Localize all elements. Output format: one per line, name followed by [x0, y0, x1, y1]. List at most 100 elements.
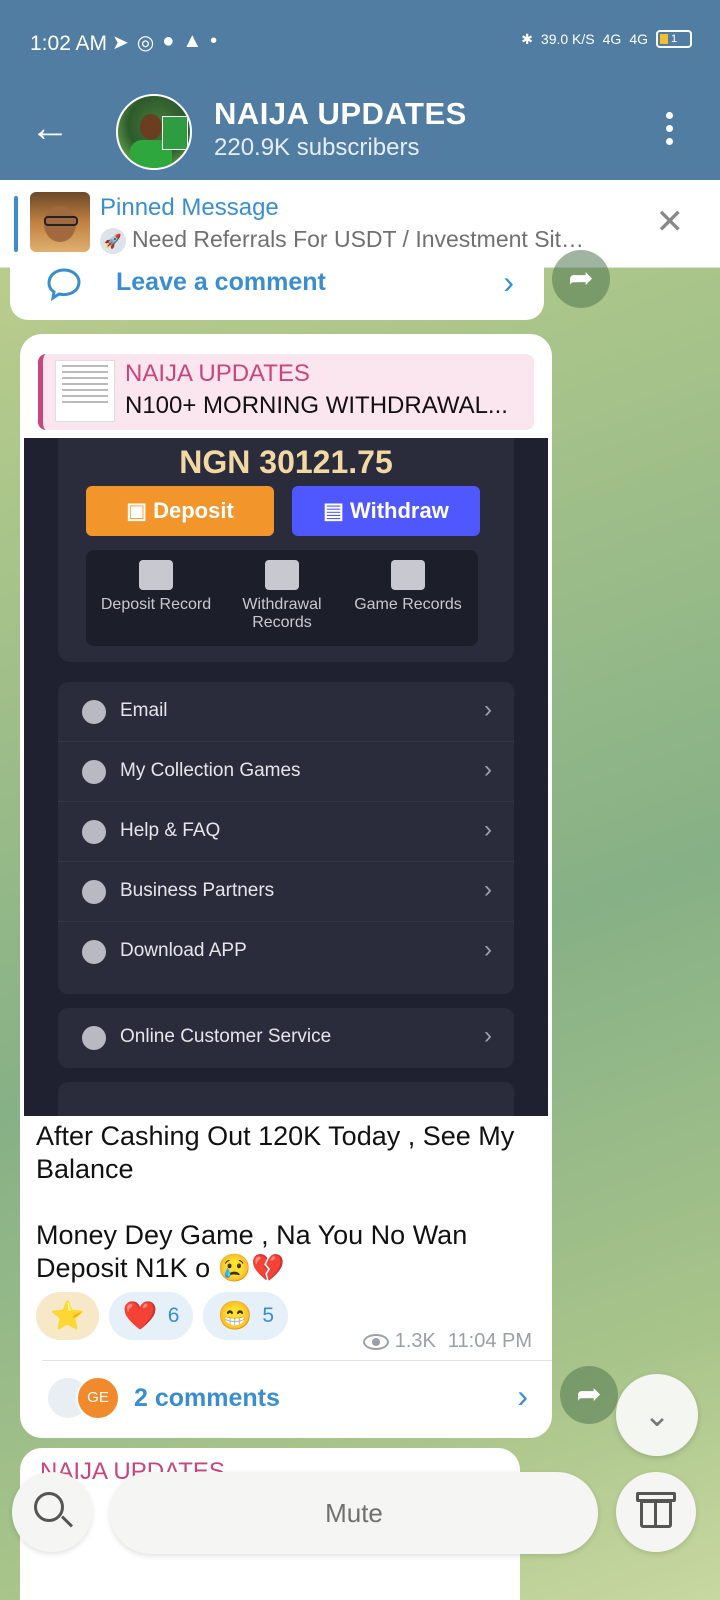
- chat-header: ← NAIJA UPDATES 220.9K subscribers: [0, 88, 720, 180]
- bluetooth-icon: ✱: [521, 30, 533, 47]
- divider: [42, 1360, 552, 1361]
- reply-thumbnail: [55, 360, 115, 422]
- gift-button[interactable]: [616, 1472, 696, 1552]
- back-arrow-icon[interactable]: ←: [30, 108, 70, 148]
- withdraw-button-image: ▤ Withdraw: [292, 486, 480, 536]
- message-meta: 1.3K 11:04 PM: [363, 1330, 532, 1353]
- gift-icon: [640, 1500, 672, 1528]
- handshake-icon: [82, 880, 106, 904]
- search-icon: [34, 1492, 64, 1522]
- reactions: ⭐ ❤️ 6 😁 5: [36, 1292, 288, 1340]
- pinned-text: 🚀 Need Referrals For USDT / Investment Si…: [100, 226, 640, 254]
- chevron-right-icon: ›: [484, 816, 492, 843]
- reply-author: NAIJA UPDATES: [125, 360, 310, 387]
- game-records-label: Game Records: [354, 596, 462, 613]
- star-icon: ⭐: [50, 1300, 85, 1331]
- menu-row-partners: Business Partners ›: [58, 862, 514, 922]
- notification-icons: ➤ ◎ ● ▲ •: [112, 30, 217, 55]
- subscriber-count: 220.9K subscribers: [214, 134, 420, 161]
- reply-preview[interactable]: NAIJA UPDATES N100+ MORNING WITHDRAWAL..…: [38, 354, 534, 430]
- menu-row-download: Download APP ›: [58, 922, 514, 982]
- more-options-icon[interactable]: [666, 112, 674, 145]
- account-menu: Email › My Collection Games › Help & FAQ › …: [58, 682, 514, 994]
- wallet-icon: [139, 560, 173, 590]
- message-time: 11:04 PM: [447, 1330, 532, 1352]
- reply-text: N100+ MORNING WITHDRAWAL...: [125, 392, 508, 419]
- battery-icon: 1: [656, 30, 692, 48]
- menu-label: Help & FAQ: [120, 820, 221, 841]
- chevron-right-icon: ›: [484, 936, 492, 963]
- mail-icon: [82, 700, 106, 724]
- menu-label: My Collection Games: [120, 760, 301, 781]
- scroll-down-button[interactable]: ⌄: [616, 1374, 698, 1456]
- card-icon: [265, 560, 299, 590]
- comments-link[interactable]: GE 2 comments ›: [20, 1362, 552, 1438]
- avatar-badge: [162, 116, 188, 150]
- chevron-right-icon: ›: [484, 1022, 492, 1049]
- attached-screenshot[interactable]: NGN 30121.75 ▣ Deposit ▤ Withdraw Deposi…: [24, 438, 548, 1116]
- chevron-right-icon: ›: [484, 876, 492, 903]
- status-time: 1:02 AM: [30, 32, 108, 55]
- avatar-figure-head: [140, 114, 162, 140]
- signal-icon-2: 4G: [629, 31, 648, 47]
- chevron-right-icon: ›: [484, 756, 492, 783]
- deposit-record: Deposit Record: [96, 560, 216, 614]
- reaction-heart[interactable]: ❤️ 6: [108, 1292, 194, 1340]
- withdraw-label: Withdraw: [350, 498, 449, 523]
- comments-count: 2 comments: [134, 1384, 280, 1412]
- reaction-grin[interactable]: 😁 5: [203, 1292, 288, 1340]
- menu-label: Business Partners: [120, 880, 275, 901]
- search-button[interactable]: [12, 1472, 92, 1552]
- share-icon[interactable]: ➦: [552, 250, 610, 308]
- channel-avatar[interactable]: [116, 94, 192, 170]
- leave-comment-link[interactable]: Leave a comment: [116, 268, 326, 297]
- question-icon: [82, 820, 106, 844]
- menu-label: Download APP: [120, 940, 247, 961]
- message-bubble: NAIJA UPDATES N100+ MORNING WITHDRAWAL..…: [20, 334, 552, 1438]
- net-speed: 39.0 K/S: [540, 31, 595, 47]
- grin-icon: 😁: [217, 1300, 253, 1331]
- comment-icon: [47, 268, 81, 302]
- cropped-menu-panel: [58, 1082, 514, 1116]
- channel-title[interactable]: NAIJA UPDATES: [214, 96, 467, 132]
- battery-level: 1: [670, 33, 678, 45]
- menu-row-collection: My Collection Games ›: [58, 742, 514, 802]
- reaction-star[interactable]: ⭐: [36, 1292, 99, 1340]
- pinned-title: Pinned Message: [100, 194, 279, 221]
- status-bar: 1:02 AM ➤ ◎ ● ▲ • ✱ 39.0 K/S 4G 4G 1: [0, 0, 720, 88]
- pinned-indicator: [14, 196, 18, 252]
- reaction-count: 5: [262, 1304, 274, 1327]
- menu-row-customer-service: Online Customer Service ›: [58, 1008, 514, 1068]
- chevron-right-icon: ›: [484, 696, 492, 723]
- customer-service-panel: Online Customer Service ›: [58, 1008, 514, 1068]
- heart-icon: ❤️: [122, 1300, 158, 1331]
- chevron-right-icon[interactable]: ›: [503, 264, 514, 301]
- pinned-thumbnail: [30, 192, 90, 252]
- deposit-button-image: ▣ Deposit: [86, 486, 274, 536]
- menu-label: Email: [120, 700, 168, 721]
- withdrawal-records: Withdrawal Records: [222, 560, 342, 632]
- chat-icon: ●: [162, 30, 175, 52]
- message-text: After Cashing Out 120K Today , See My Ba…: [36, 1120, 536, 1285]
- menu-label: Online Customer Service: [120, 1026, 332, 1047]
- mute-button[interactable]: Mute: [110, 1472, 598, 1554]
- share-icon[interactable]: ➦: [560, 1366, 618, 1424]
- system-icons: ✱ 39.0 K/S 4G 4G 1: [521, 30, 692, 48]
- records-panel: Deposit Record Withdrawal Records Game R…: [86, 550, 478, 646]
- pinned-message-bar[interactable]: Pinned Message 🚀 Need Referrals For USDT …: [0, 180, 720, 268]
- view-count: 1.3K: [394, 1330, 436, 1352]
- caption-line-2: Money Dey Game , Na You No Wan Deposit N…: [36, 1220, 468, 1283]
- close-icon[interactable]: ✕: [656, 202, 685, 242]
- menu-row-email: Email ›: [58, 682, 514, 742]
- deposit-label: Deposit: [153, 498, 234, 523]
- whatsapp-icon: ◎: [136, 32, 155, 54]
- warning-icon: ▲: [182, 30, 203, 52]
- telegram-icon: ➤: [112, 32, 129, 54]
- heart-icon: [82, 760, 106, 784]
- commenter-avatar: GE: [76, 1376, 120, 1420]
- pinned-text-content: Need Referrals For USDT / Investment Sit…: [132, 226, 585, 252]
- caption-line-1: After Cashing Out 120K Today , See My Ba…: [36, 1121, 515, 1184]
- game-records: Game Records: [348, 560, 468, 614]
- rocket-icon: 🚀: [100, 227, 126, 254]
- gamepad-icon: [391, 560, 425, 590]
